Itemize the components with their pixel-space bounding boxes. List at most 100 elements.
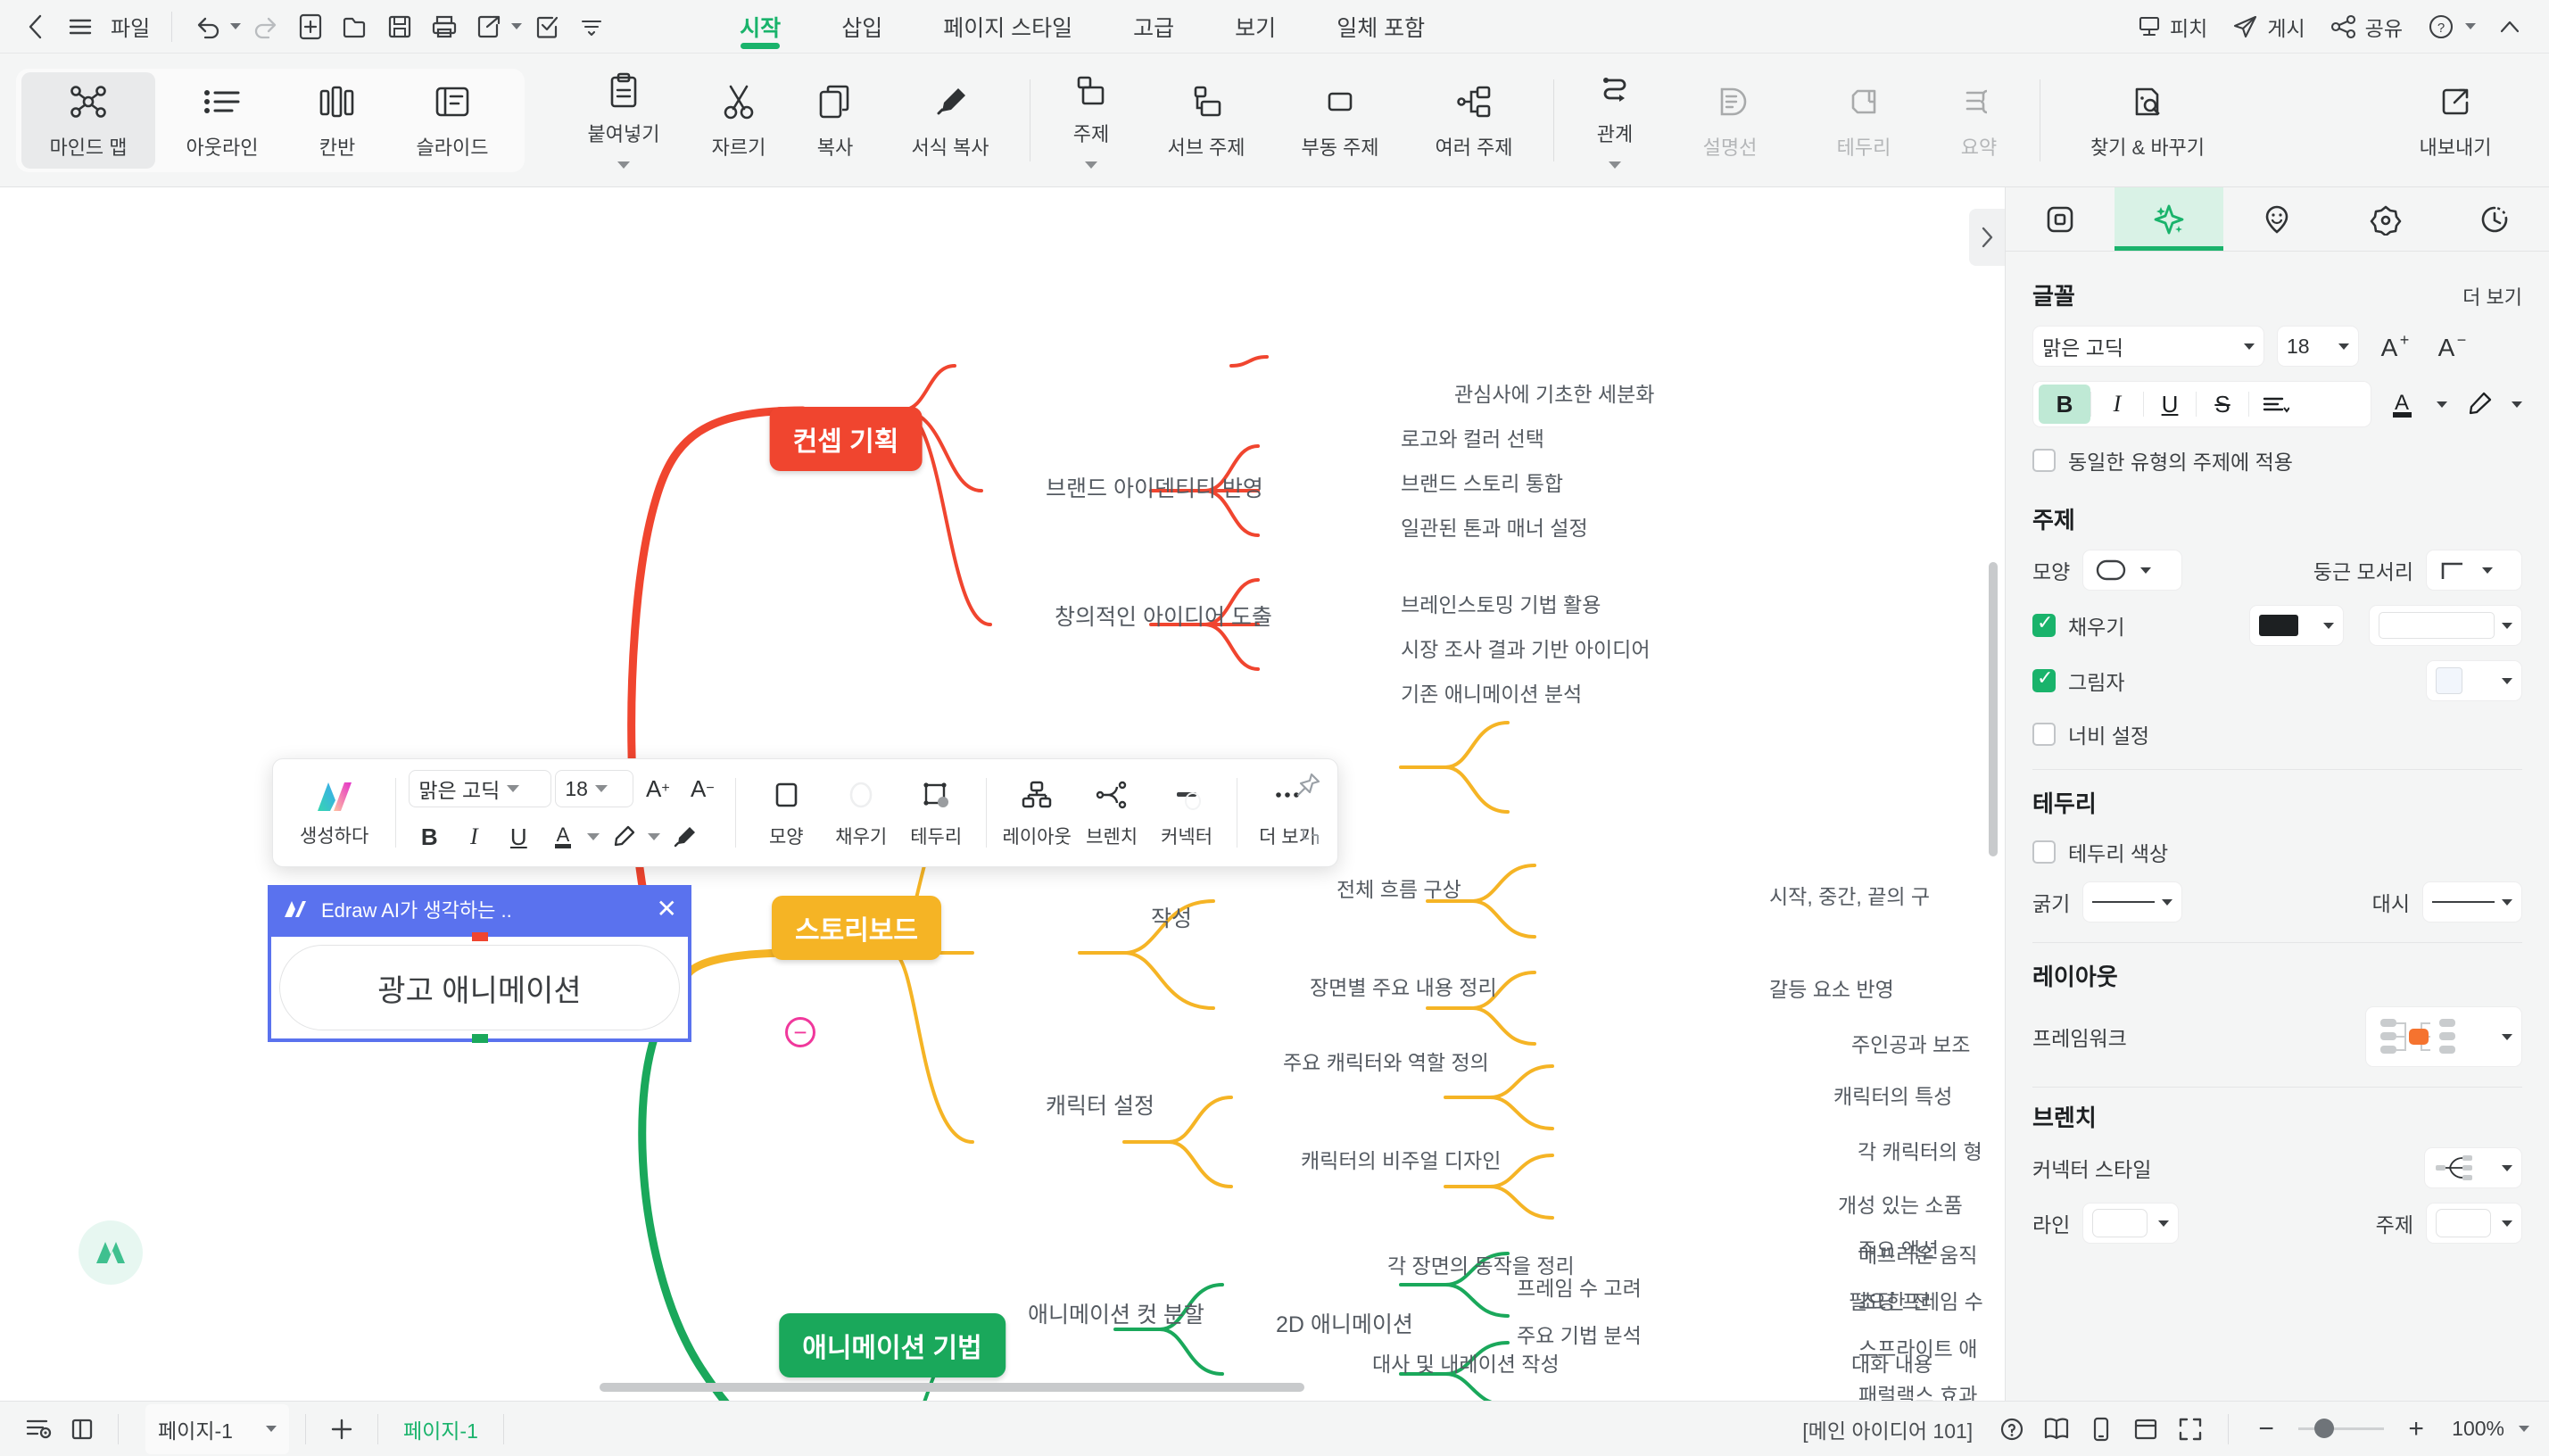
font-color-icon[interactable]: A: [542, 816, 583, 857]
panel-italic-button[interactable]: I: [2091, 385, 2143, 424]
leaf-topic[interactable]: 패럴랙스 효과: [1858, 1378, 1977, 1401]
border-color-row[interactable]: 테두리 색상: [2032, 837, 2522, 867]
checkbox-icon[interactable]: [527, 7, 567, 46]
sub-topic[interactable]: 애니메이션 컷 분할: [1028, 1297, 1204, 1329]
kanban-button[interactable]: 칸반: [289, 72, 385, 169]
relationship-button[interactable]: 관계: [1567, 72, 1663, 169]
tab-style[interactable]: [2006, 187, 2115, 251]
mindmap-canvas[interactable]: 컨셉 기획 스토리보드 애니메이션 기법 브랜드 아이덴티티 반영 창의적인 아…: [0, 187, 2005, 1401]
panel-font-size-select[interactable]: 18: [2277, 326, 2359, 367]
summary-button[interactable]: 요약: [1931, 72, 2027, 169]
help-button[interactable]: ?: [2417, 7, 2487, 46]
apply-same-type-row[interactable]: 동일한 유형의 주제에 적용: [2032, 445, 2522, 476]
highlight-icon[interactable]: [603, 816, 644, 857]
fill-checkbox[interactable]: [2032, 611, 2056, 637]
layout-button[interactable]: 레이아웃: [999, 777, 1074, 849]
sub-topic[interactable]: 브랜드 아이덴티티 반영: [1046, 471, 1263, 503]
export-dropdown-caret[interactable]: [511, 23, 523, 29]
main-topic-technique[interactable]: 애니메이션 기법: [779, 1313, 1006, 1377]
leaf-topic[interactable]: 로고와 컬러 선택: [1401, 422, 1544, 452]
shape-select[interactable]: [2082, 550, 2183, 591]
fill-button[interactable]: 채우기: [823, 777, 898, 849]
leaf-topic[interactable]: 주요 캐릭터와 역할 정의: [1283, 1046, 1489, 1076]
leaf-topic[interactable]: 주요 기법 분석: [1517, 1319, 1642, 1349]
notes-icon[interactable]: [20, 1410, 59, 1449]
print-icon[interactable]: [425, 7, 464, 46]
panel-highlight-icon[interactable]: [2460, 384, 2500, 425]
font-color-caret[interactable]: [587, 833, 600, 840]
panel-collapse-toggle[interactable]: [1969, 209, 2005, 266]
increase-font-icon[interactable]: A +: [2371, 326, 2416, 367]
zoom-slider[interactable]: [2298, 1419, 2385, 1438]
collapse-node-badge[interactable]: −: [785, 1017, 815, 1047]
fullscreen-icon[interactable]: [2171, 1410, 2210, 1449]
italic-button[interactable]: I: [453, 816, 494, 857]
format-painter-icon[interactable]: [664, 816, 705, 857]
corner-select[interactable]: [2426, 550, 2522, 591]
format-painter-button[interactable]: 서식 복사: [883, 72, 1017, 169]
tab-all-include[interactable]: 일체 포함: [1306, 1, 1455, 53]
leaf-topic[interactable]: 캐릭터의 비주얼 디자인: [1301, 1144, 1501, 1174]
ai-generate-button[interactable]: 생성하다: [286, 777, 383, 848]
copy-button[interactable]: 복사: [787, 72, 883, 169]
leaf-topic[interactable]: 장면별 주요 내용 정리: [1310, 971, 1497, 1001]
connector-style-select[interactable]: [2424, 1147, 2522, 1188]
back-icon[interactable]: [16, 7, 55, 46]
shadow-checkbox[interactable]: [2032, 666, 2056, 692]
multi-topic-button[interactable]: 여러 주제: [1407, 72, 1541, 169]
undo-dropdown-caret[interactable]: [230, 23, 242, 29]
leaf-topic[interactable]: 일관된 톤과 매너 설정: [1401, 511, 1588, 542]
relationship-dropdown-caret[interactable]: [1609, 161, 1621, 169]
plus-icon[interactable]: [322, 1410, 361, 1449]
chevron-up-icon[interactable]: [2490, 7, 2529, 46]
paste-dropdown-caret[interactable]: [617, 161, 630, 169]
main-topic-concept[interactable]: 컨셉 기획: [769, 407, 923, 471]
tab-settings[interactable]: [2331, 187, 2440, 251]
tab-history[interactable]: [2440, 187, 2549, 251]
leaf-topic[interactable]: 개성 있는 소품: [1838, 1188, 1963, 1219]
font-more-link[interactable]: 더 보기: [2462, 282, 2522, 310]
undo-group[interactable]: [188, 7, 242, 46]
leaf-topic[interactable]: 전체 흐름 구상: [1337, 873, 1461, 903]
leaf-topic[interactable]: 각 캐릭터의 형: [1858, 1135, 1982, 1165]
book-icon[interactable]: [2037, 1410, 2076, 1449]
sub-topic[interactable]: 작성: [1151, 901, 1192, 933]
tab-insert[interactable]: 삽입: [811, 1, 913, 53]
branch-button[interactable]: 브렌치: [1074, 777, 1149, 849]
font-size-select[interactable]: 18: [555, 770, 634, 807]
main-topic-storyboard[interactable]: 스토리보드: [772, 896, 941, 960]
bold-button[interactable]: B: [409, 816, 450, 857]
export-group[interactable]: [469, 7, 523, 46]
hamburger-icon[interactable]: [61, 7, 100, 46]
font-color-caret[interactable]: [2436, 401, 2447, 408]
width-row[interactable]: 너비 설정: [2032, 719, 2522, 749]
boundary-button[interactable]: 테두리: [1797, 72, 1931, 169]
leaf-topic[interactable]: 시작, 중간, 끝의 구: [1769, 880, 1930, 910]
tab-advanced[interactable]: 고급: [1103, 1, 1204, 53]
leaf-topic[interactable]: 대사 및 내레이션 작성: [1372, 1347, 1560, 1377]
undo-icon[interactable]: [188, 7, 228, 46]
border-dash-select[interactable]: [2422, 881, 2522, 922]
close-icon[interactable]: ✕: [657, 897, 677, 922]
help-dropdown-caret[interactable]: [2465, 23, 2476, 29]
underline-button[interactable]: U: [498, 816, 539, 857]
page-tab-1[interactable]: 페이지-1: [394, 1414, 487, 1444]
redo-icon[interactable]: [246, 7, 286, 46]
help-circle-icon[interactable]: [1992, 1410, 2032, 1449]
export-ribbon-button[interactable]: 내보내기: [2388, 72, 2522, 169]
width-checkbox[interactable]: [2032, 723, 2056, 746]
root-node-editor[interactable]: 광고 애니메이션: [268, 932, 691, 1043]
sub-topic[interactable]: 캐릭터 설정: [1046, 1088, 1154, 1121]
tab-view[interactable]: 보기: [1204, 1, 1306, 53]
floating-topic-button[interactable]: 부동 주제: [1273, 72, 1407, 169]
leaf-topic[interactable]: 브랜드 스토리 통합: [1401, 467, 1563, 497]
leaf-topic[interactable]: 갈등 요소 반영: [1769, 972, 1894, 1003]
shadow-color-select[interactable]: [2426, 660, 2522, 701]
file-menu[interactable]: 파일: [105, 11, 155, 42]
framework-select[interactable]: [2365, 1006, 2522, 1067]
zoom-out-button[interactable]: −: [2247, 1410, 2286, 1449]
border-weight-select[interactable]: [2082, 881, 2183, 922]
export-icon[interactable]: [469, 7, 509, 46]
leaf-topic[interactable]: 프레임 수 고려: [1517, 1271, 1642, 1302]
shape-button[interactable]: 모양: [749, 777, 823, 849]
